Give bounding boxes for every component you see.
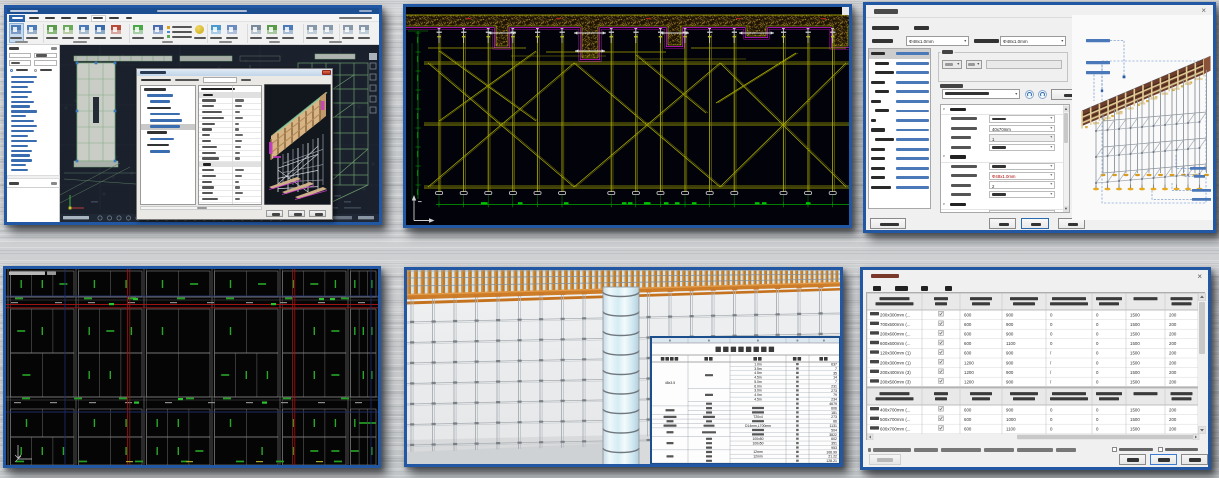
svg-text:1500: 1500 xyxy=(1130,370,1140,375)
svg-text:953: 953 xyxy=(831,446,837,450)
svg-text:1500: 1500 xyxy=(1130,341,1140,346)
svg-text:273: 273 xyxy=(831,415,837,419)
svg-text:21.22: 21.22 xyxy=(828,455,837,459)
svg-text:79: 79 xyxy=(833,393,837,397)
svg-text:1200: 1200 xyxy=(964,370,974,375)
svg-text:100x50: 100x50 xyxy=(752,441,763,445)
svg-text:5.0m: 5.0m xyxy=(754,380,762,384)
svg-text:200: 200 xyxy=(1169,380,1177,385)
svg-text:35: 35 xyxy=(833,371,837,375)
svg-text:200: 200 xyxy=(1169,360,1177,365)
svg-text:900: 900 xyxy=(1006,370,1014,375)
svg-text:200x500mm (3): 200x500mm (3) xyxy=(880,380,911,385)
svg-text:3.0m: 3.0m xyxy=(754,389,762,393)
svg-text:4.5m: 4.5m xyxy=(754,398,762,402)
svg-text:600x600mm (...: 600x600mm (... xyxy=(880,341,911,346)
svg-text:602: 602 xyxy=(831,437,837,441)
svg-text:200: 200 xyxy=(1169,312,1177,317)
svg-text:600: 600 xyxy=(964,407,972,412)
svg-text:1100: 1100 xyxy=(1006,427,1016,432)
svg-text:1500: 1500 xyxy=(1130,407,1140,412)
svg-text:1131: 1131 xyxy=(829,424,837,428)
svg-text:128.21: 128.21 xyxy=(826,459,837,463)
svg-text:637: 637 xyxy=(831,363,837,367)
svg-text:1500: 1500 xyxy=(1130,360,1140,365)
svg-text:900: 900 xyxy=(1006,380,1014,385)
svg-text:1000: 1000 xyxy=(1006,417,1016,422)
svg-text:400x700mm (...: 400x700mm (... xyxy=(880,407,911,412)
svg-text:4.5m: 4.5m xyxy=(754,371,762,375)
svg-text:200: 200 xyxy=(1169,427,1177,432)
svg-text:1200: 1200 xyxy=(964,360,974,365)
svg-text:900: 900 xyxy=(1006,312,1014,317)
svg-text:12mm: 12mm xyxy=(753,455,763,459)
svg-text:700x500mm (...: 700x500mm (... xyxy=(880,322,911,327)
svg-text:1200: 1200 xyxy=(964,380,974,385)
svg-text:1500: 1500 xyxy=(1130,351,1140,356)
svg-text:600: 600 xyxy=(964,332,972,337)
svg-text:48x3.5: 48x3.5 xyxy=(665,381,675,385)
svg-text:600: 600 xyxy=(964,341,972,346)
svg-text:1500: 1500 xyxy=(1130,427,1140,432)
svg-text:200: 200 xyxy=(1169,322,1177,327)
svg-text:600: 600 xyxy=(964,351,972,356)
svg-text:200x300mm (...: 200x300mm (... xyxy=(880,312,911,317)
svg-text:120x300mm (1): 120x300mm (1) xyxy=(880,351,911,356)
svg-text:200x600mm (...: 200x600mm (... xyxy=(880,332,911,337)
svg-text:504: 504 xyxy=(831,428,837,432)
svg-text:900: 900 xyxy=(1006,322,1014,327)
svg-text:200: 200 xyxy=(1169,407,1177,412)
svg-text:66: 66 xyxy=(833,420,837,424)
svg-text:200: 200 xyxy=(1169,351,1177,356)
svg-text:600: 600 xyxy=(964,427,972,432)
svg-text:7: 7 xyxy=(835,367,837,371)
svg-text:200x400mm (3): 200x400mm (3) xyxy=(880,370,911,375)
svg-text:1500: 1500 xyxy=(1130,417,1140,422)
svg-text:900: 900 xyxy=(1006,360,1014,365)
svg-text:181: 181 xyxy=(831,411,837,415)
svg-text:14: 14 xyxy=(833,376,837,380)
svg-text:200: 200 xyxy=(1169,341,1177,346)
svg-text:900: 900 xyxy=(1006,351,1014,356)
svg-text:600x700mm (...: 600x700mm (... xyxy=(880,427,911,432)
svg-text:1500: 1500 xyxy=(1130,312,1140,317)
svg-text:351: 351 xyxy=(831,442,837,446)
svg-text:200: 200 xyxy=(1169,370,1177,375)
svg-text:7: 7 xyxy=(835,380,837,384)
svg-text:3.5m: 3.5m xyxy=(754,367,762,371)
svg-text:200: 200 xyxy=(1169,332,1177,337)
svg-text:4679: 4679 xyxy=(829,402,837,406)
svg-text:900: 900 xyxy=(1006,407,1014,412)
svg-text:12mm: 12mm xyxy=(753,450,763,454)
svg-text:273: 273 xyxy=(831,389,837,393)
svg-text:234: 234 xyxy=(831,398,837,402)
svg-text:500x700mm (...: 500x700mm (... xyxy=(880,417,911,422)
svg-text:606: 606 xyxy=(831,406,837,410)
svg-text:1500: 1500 xyxy=(1130,322,1140,327)
svg-text:4.0m: 4.0m xyxy=(754,393,762,397)
svg-text:1500: 1500 xyxy=(1130,332,1140,337)
svg-text:4.5m: 4.5m xyxy=(754,376,762,380)
svg-text:200x300mm (1): 200x300mm (1) xyxy=(880,360,911,365)
svg-text:900: 900 xyxy=(1006,332,1014,337)
svg-text:1100: 1100 xyxy=(1006,341,1016,346)
svg-text:600: 600 xyxy=(964,312,972,317)
svg-text:1.0m: 1.0m xyxy=(754,362,762,366)
svg-text:D14mm,L700mm: D14mm,L700mm xyxy=(745,424,771,428)
svg-text:T20x4: T20x4 xyxy=(753,415,763,419)
svg-text:600: 600 xyxy=(964,322,972,327)
svg-text:106.99: 106.99 xyxy=(826,450,837,454)
svg-text:100x50: 100x50 xyxy=(752,437,763,441)
svg-text:1500: 1500 xyxy=(1130,380,1140,385)
svg-text:600: 600 xyxy=(964,417,972,422)
svg-text:200: 200 xyxy=(1169,417,1177,422)
